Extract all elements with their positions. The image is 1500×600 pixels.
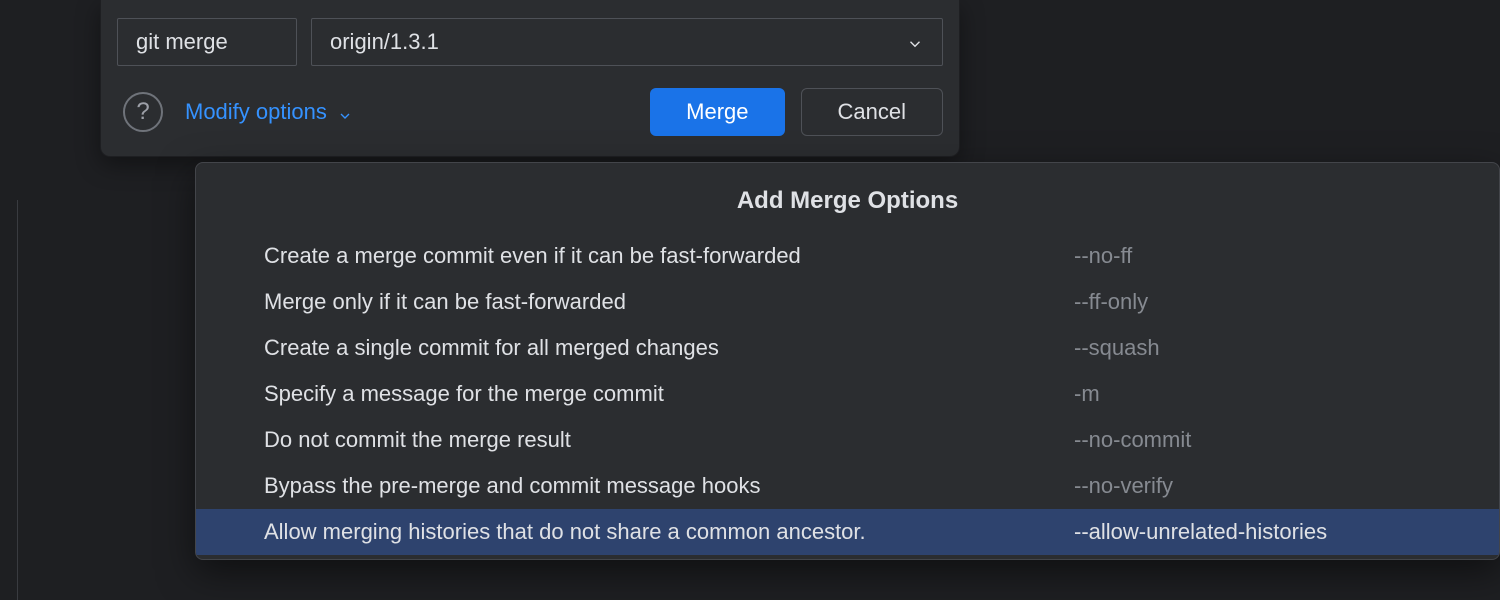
sidebar-edge xyxy=(0,200,18,600)
option-flag: --ff-only xyxy=(1074,289,1148,315)
merge-options-popup: Add Merge Options Create a merge commit … xyxy=(195,162,1500,560)
branch-select[interactable]: origin/1.3.1 xyxy=(311,18,943,66)
cancel-button[interactable]: Cancel xyxy=(801,88,943,136)
option-description: Do not commit the merge result xyxy=(264,427,1074,453)
modify-options-label: Modify options xyxy=(185,99,327,125)
option-flag: --no-verify xyxy=(1074,473,1173,499)
help-glyph: ? xyxy=(136,98,149,126)
git-command-label: git merge xyxy=(117,18,297,66)
actions-row: ? Modify options Merge Cancel xyxy=(117,88,943,136)
merge-option-item[interactable]: Create a single commit for all merged ch… xyxy=(196,325,1499,371)
cancel-button-label: Cancel xyxy=(838,99,906,125)
chevron-down-icon xyxy=(906,33,924,51)
merge-option-item[interactable]: Merge only if it can be fast-forwarded--… xyxy=(196,279,1499,325)
merge-dialog: git merge origin/1.3.1 ? Modify options … xyxy=(100,0,960,157)
merge-option-item[interactable]: Specify a message for the merge commit-m xyxy=(196,371,1499,417)
option-description: Create a merge commit even if it can be … xyxy=(264,243,1074,269)
modify-options-link[interactable]: Modify options xyxy=(185,99,353,125)
option-description: Bypass the pre-merge and commit message … xyxy=(264,473,1074,499)
option-description: Merge only if it can be fast-forwarded xyxy=(264,289,1074,315)
merge-option-item[interactable]: Create a merge commit even if it can be … xyxy=(196,233,1499,279)
merge-button[interactable]: Merge xyxy=(650,88,784,136)
option-flag: --no-ff xyxy=(1074,243,1132,269)
option-flag: --squash xyxy=(1074,335,1160,361)
chevron-down-icon xyxy=(337,104,353,120)
git-command-text: git merge xyxy=(136,29,228,55)
branch-name: origin/1.3.1 xyxy=(330,29,439,55)
merge-option-item[interactable]: Allow merging histories that do not shar… xyxy=(196,509,1499,555)
popup-title: Add Merge Options xyxy=(196,163,1499,233)
option-description: Specify a message for the merge commit xyxy=(264,381,1074,407)
option-flag: -m xyxy=(1074,381,1100,407)
command-row: git merge origin/1.3.1 xyxy=(117,18,943,66)
help-icon[interactable]: ? xyxy=(123,92,163,132)
option-flag: --no-commit xyxy=(1074,427,1191,453)
merge-option-item[interactable]: Bypass the pre-merge and commit message … xyxy=(196,463,1499,509)
option-description: Create a single commit for all merged ch… xyxy=(264,335,1074,361)
option-description: Allow merging histories that do not shar… xyxy=(264,519,1074,545)
merge-button-label: Merge xyxy=(686,99,748,125)
options-list: Create a merge commit even if it can be … xyxy=(196,233,1499,559)
option-flag: --allow-unrelated-histories xyxy=(1074,519,1327,545)
merge-option-item[interactable]: Do not commit the merge result--no-commi… xyxy=(196,417,1499,463)
